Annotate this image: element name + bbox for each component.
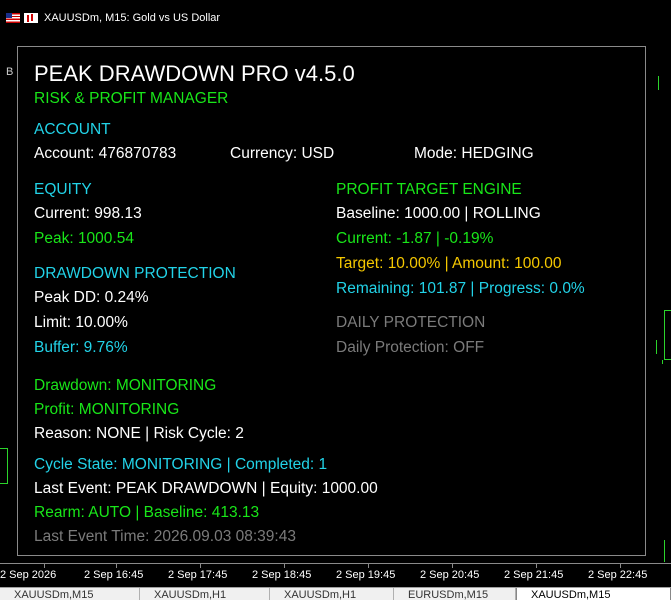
- drawdown-limit: Limit: 10.00%: [34, 314, 128, 331]
- time-axis: 2 Sep 2026 2 Sep 16:45 2 Sep 17:45 2 Sep…: [0, 563, 671, 587]
- chart-tabs: XAUUSDm,M15 XAUUSDm,H1 XAUUSDm,H1 EURUSD…: [0, 587, 671, 600]
- tick-mark: [284, 564, 285, 568]
- candle-wick: [658, 76, 659, 90]
- profit-target-current: Current: -1.87 | -0.19%: [336, 230, 494, 247]
- candle-wick: [662, 360, 663, 364]
- candle: [664, 310, 671, 360]
- chart-side-label: B: [6, 66, 14, 78]
- chart-tab-active[interactable]: XAUUSDm,M15: [516, 588, 671, 600]
- status-drawdown: Drawdown: MONITORING: [34, 377, 217, 394]
- last-event: Last Event: PEAK DRAWDOWN | Equity: 1000…: [34, 480, 378, 497]
- chart-tab[interactable]: XAUUSDm,H1: [140, 588, 270, 600]
- tick-mark: [368, 564, 369, 568]
- daily-protection-heading: DAILY PROTECTION: [336, 314, 486, 331]
- equity-peak: Peak: 1000.54: [34, 230, 134, 247]
- last-event-time: Last Event Time: 2026.09.03 08:39:43: [34, 528, 296, 545]
- panel-title: PEAK DRAWDOWN PRO v4.5.0: [34, 61, 355, 86]
- profit-target-remaining: Remaining: 101.87 | Progress: 0.0%: [336, 280, 585, 297]
- tick-mark: [200, 564, 201, 568]
- candle: [0, 448, 8, 484]
- chart-tab[interactable]: EURUSDm,M15: [394, 588, 516, 600]
- candle-wick: [664, 540, 665, 562]
- account-number: Account: 476870783: [34, 145, 177, 162]
- tick-mark: [620, 564, 621, 568]
- profit-target-heading: PROFIT TARGET ENGINE: [336, 181, 522, 198]
- account-heading: ACCOUNT: [34, 121, 111, 138]
- chart-tab[interactable]: XAUUSDm,H1: [270, 588, 394, 600]
- rearm-status: Rearm: AUTO | Baseline: 413.13: [34, 504, 260, 521]
- status-reason: Reason: NONE | Risk Cycle: 2: [34, 425, 244, 442]
- cycle-state: Cycle State: MONITORING | Completed: 1: [34, 456, 328, 473]
- tick-mark: [116, 564, 117, 568]
- time-axis-label: 2 Sep 17:45: [168, 569, 228, 581]
- us-flag-icon: [6, 13, 20, 23]
- chart-title: XAUUSDm, M15: Gold vs US Dollar: [44, 12, 221, 24]
- time-axis-label: 2 Sep 18:45: [252, 569, 312, 581]
- panel-subtitle: RISK & PROFIT MANAGER: [34, 90, 229, 107]
- time-axis-label: 2 Sep 19:45: [336, 569, 396, 581]
- expert-advisor-icon[interactable]: [24, 13, 38, 23]
- profit-target-baseline: Baseline: 1000.00 | ROLLING: [336, 205, 541, 222]
- account-currency: Currency: USD: [230, 145, 335, 162]
- profit-target-target: Target: 10.00% | Amount: 100.00: [336, 255, 562, 272]
- drawdown-heading: DRAWDOWN PROTECTION: [34, 265, 236, 282]
- chart-window[interactable]: XAUUSDm, M15: Gold vs US Dollar B PEAK D…: [0, 0, 671, 600]
- chart-tab[interactable]: XAUUSDm,M15: [0, 588, 140, 600]
- tick-mark: [452, 564, 453, 568]
- status-profit: Profit: MONITORING: [34, 401, 180, 418]
- daily-protection-status: Daily Protection: OFF: [336, 339, 485, 356]
- time-axis-label: 2 Sep 16:45: [84, 569, 144, 581]
- tick-mark: [536, 564, 537, 568]
- drawdown-dashboard-panel: PEAK DRAWDOWN PRO v4.5.0 RISK & PROFIT M…: [17, 46, 646, 556]
- time-axis-label: 2 Sep 20:45: [420, 569, 480, 581]
- chart-title-bar: XAUUSDm, M15: Gold vs US Dollar: [6, 10, 220, 26]
- drawdown-peak-dd: Peak DD: 0.24%: [34, 289, 149, 306]
- time-axis-label: 2 Sep 22:45: [588, 569, 648, 581]
- tick-mark: [44, 564, 45, 568]
- drawdown-buffer: Buffer: 9.76%: [34, 339, 128, 356]
- time-axis-label: 2 Sep 21:45: [504, 569, 564, 581]
- time-axis-label: 2 Sep 2026: [0, 569, 57, 581]
- equity-current: Current: 998.13: [34, 205, 142, 222]
- equity-heading: EQUITY: [34, 181, 92, 198]
- candle-wick: [656, 340, 657, 354]
- account-mode: Mode: HEDGING: [414, 145, 534, 162]
